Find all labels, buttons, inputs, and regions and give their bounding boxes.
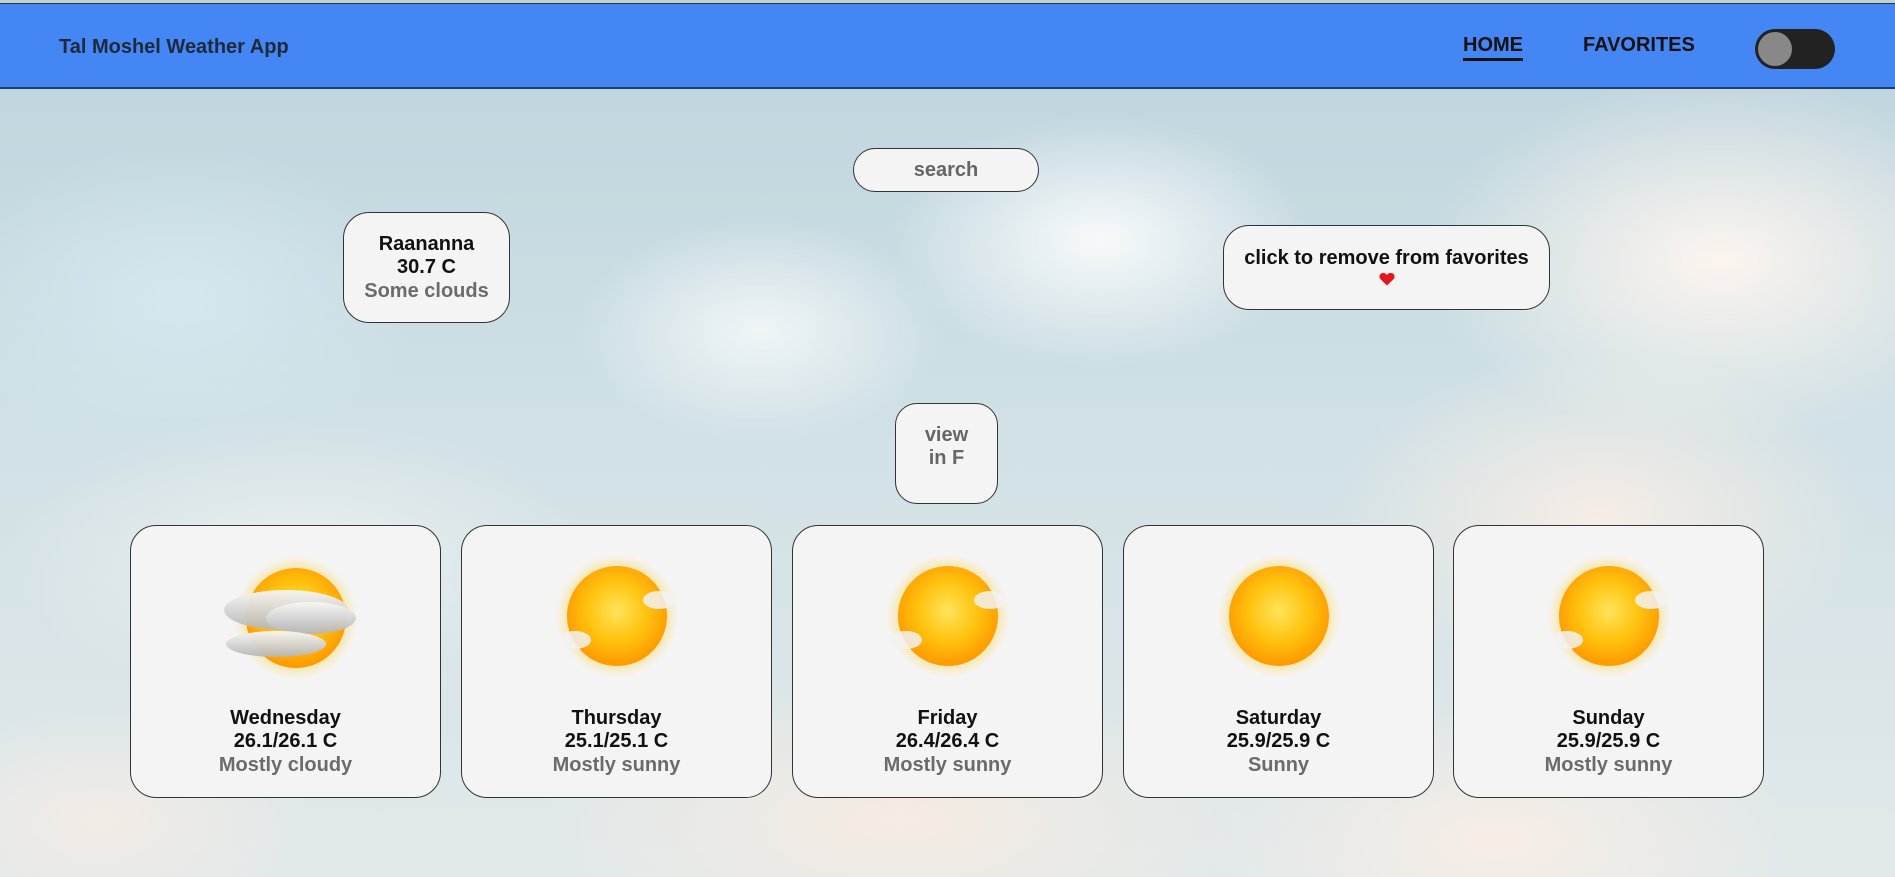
unit-button-line2: in F bbox=[928, 447, 965, 469]
forecast-card-sunday: Sunday 25.9/25.9 C Mostly sunny bbox=[1453, 525, 1764, 798]
forecast-day: Sunday bbox=[1572, 707, 1645, 729]
sunny-icon bbox=[1216, 554, 1341, 678]
forecast-day: Thursday bbox=[571, 707, 662, 729]
nav-favorites-link[interactable]: FAVORITES bbox=[1583, 34, 1695, 57]
nav-home-link[interactable]: HOME bbox=[1463, 34, 1523, 61]
mostly-sunny-icon bbox=[885, 554, 1010, 678]
mostly-sunny-icon bbox=[554, 554, 679, 678]
mostly-cloudy-icon bbox=[223, 556, 356, 680]
forecast-temperature: 25.1/25.1 C bbox=[564, 730, 669, 752]
theme-toggle[interactable] bbox=[1755, 29, 1835, 69]
forecast-temperature: 26.1/26.1 C bbox=[233, 730, 338, 752]
forecast-condition: Mostly sunny bbox=[552, 754, 681, 776]
forecast-temperature: 25.9/25.9 C bbox=[1556, 730, 1661, 752]
heart-icon bbox=[1378, 272, 1395, 286]
forecast-condition: Sunny bbox=[1247, 754, 1310, 776]
forecast-day: Saturday bbox=[1235, 707, 1322, 729]
forecast-card-wednesday: Wednesday 26.1/26.1 C Mostly cloudy bbox=[130, 525, 441, 798]
search-input[interactable] bbox=[853, 148, 1039, 192]
remove-favorite-button[interactable]: click to remove from favorites bbox=[1223, 225, 1550, 310]
forecast-card-thursday: Thursday 25.1/25.1 C Mostly sunny bbox=[461, 525, 772, 798]
mostly-sunny-icon bbox=[1546, 554, 1671, 678]
forecast-card-friday: Friday 26.4/26.4 C Mostly sunny bbox=[792, 525, 1103, 798]
forecast-day: Friday bbox=[917, 707, 978, 729]
app-title: Tal Moshel Weather App bbox=[59, 36, 289, 58]
forecast-temperature: 26.4/26.4 C bbox=[895, 730, 1000, 752]
current-weather-card: Raananna 30.7 C Some clouds bbox=[343, 212, 510, 323]
top-navbar: Tal Moshel Weather App HOME FAVORITES bbox=[0, 3, 1895, 89]
toggle-knob bbox=[1758, 32, 1792, 66]
current-condition: Some clouds bbox=[364, 280, 489, 302]
forecast-condition: Mostly sunny bbox=[1544, 754, 1673, 776]
favorite-label: click to remove from favorites bbox=[1244, 247, 1529, 269]
unit-button-line1: view bbox=[924, 424, 969, 446]
forecast-condition: Mostly sunny bbox=[883, 754, 1012, 776]
current-city: Raananna bbox=[378, 233, 475, 255]
forecast-card-saturday: Saturday 25.9/25.9 C Sunny bbox=[1123, 525, 1434, 798]
forecast-condition: Mostly cloudy bbox=[218, 754, 353, 776]
forecast-temperature: 25.9/25.9 C bbox=[1226, 730, 1331, 752]
current-temperature: 30.7 C bbox=[397, 256, 456, 278]
forecast-day: Wednesday bbox=[230, 707, 341, 729]
view-in-fahrenheit-button[interactable]: view in F bbox=[895, 403, 998, 504]
